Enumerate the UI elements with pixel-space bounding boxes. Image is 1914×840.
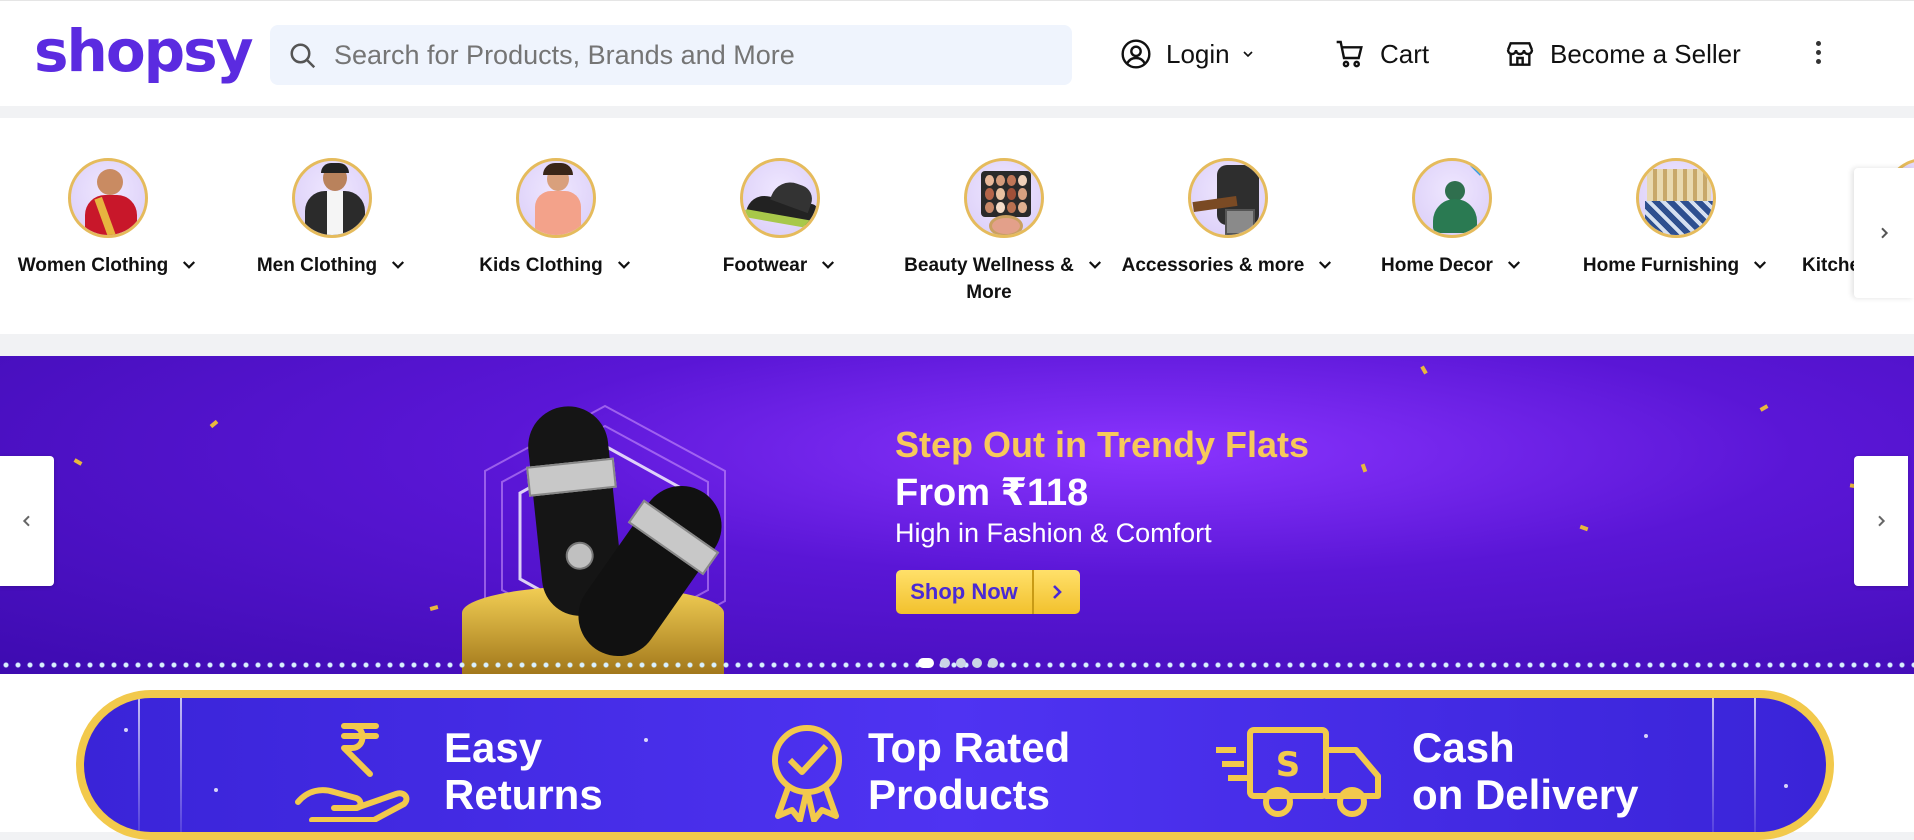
category-label: Beauty Wellness & More xyxy=(904,255,1074,303)
badge-check-icon xyxy=(772,725,842,822)
feature-line2: on Delivery xyxy=(1412,771,1639,818)
category-bar: Women Clothing Men Clothing Kids Clothin… xyxy=(0,118,1914,334)
category-label: Home Decor xyxy=(1381,255,1493,276)
category-label: Home Furnishing xyxy=(1582,255,1740,276)
cart-label: Cart xyxy=(1380,38,1430,69)
category-label: Kitche xyxy=(1802,255,1861,276)
shopsy-logo[interactable]: shopsy xyxy=(34,15,254,87)
category-accessories[interactable]: Accessories & more xyxy=(1118,158,1338,279)
buddha-statue-icon xyxy=(1412,158,1492,238)
seller-label: Become a Seller xyxy=(1550,38,1741,69)
category-kids-clothing[interactable]: Kids Clothing xyxy=(446,158,666,279)
chevron-down-icon xyxy=(822,261,835,269)
carousel-dots xyxy=(918,658,998,668)
search-bar[interactable] xyxy=(270,25,1072,85)
category-footwear[interactable]: Footwear xyxy=(670,158,890,279)
rupee-hand-icon xyxy=(295,723,410,822)
carousel-dot[interactable] xyxy=(940,658,950,668)
banner-prev-button[interactable] xyxy=(0,456,54,586)
hero-banner[interactable]: Step Out in Trendy Flats From ₹118 High … xyxy=(0,356,1914,674)
category-home-furnishing[interactable]: Home Furnishing xyxy=(1566,158,1786,279)
curtain-bedsheet-icon xyxy=(1636,158,1716,238)
store-icon xyxy=(1506,42,1534,66)
chevron-down-icon xyxy=(183,261,196,269)
login-label: Login xyxy=(1166,38,1230,69)
category-label: Men Clothing xyxy=(256,255,378,276)
category-beauty-wellness[interactable]: Beauty Wellness & More xyxy=(894,158,1114,306)
delivery-truck-icon: S xyxy=(1216,727,1381,817)
cart-icon xyxy=(1336,40,1363,68)
chevron-right-icon xyxy=(1878,515,1886,527)
feature-line2: Returns xyxy=(444,771,603,818)
login-button[interactable]: Login xyxy=(1120,29,1256,79)
category-label: Women Clothing xyxy=(17,255,169,276)
user-circle-icon xyxy=(1121,39,1151,69)
shop-now-button[interactable]: Shop Now xyxy=(896,570,1080,614)
shop-now-label: Shop Now xyxy=(896,570,1034,614)
chevron-down-icon xyxy=(1754,261,1767,269)
chevron-down-icon xyxy=(1319,261,1332,269)
carousel-dot[interactable] xyxy=(972,658,982,668)
feature-cash-on-delivery: S Cash on Delivery xyxy=(1214,720,1638,822)
banner-subtitle: High in Fashion & Comfort xyxy=(895,518,1212,548)
banner-price: From ₹118 xyxy=(895,472,1089,514)
girl-dress-icon xyxy=(516,158,596,238)
chevron-down-icon xyxy=(617,261,630,269)
chevron-down-icon xyxy=(1507,261,1520,269)
feature-line1: Cash xyxy=(1412,724,1515,771)
chevron-down-icon xyxy=(1243,51,1253,58)
become-seller-button[interactable]: Become a Seller xyxy=(1504,29,1741,79)
category-label: Accessories & more xyxy=(1121,255,1305,276)
saree-woman-icon xyxy=(68,158,148,238)
chevron-down-icon xyxy=(1088,261,1102,269)
bag-belt-icon xyxy=(1188,158,1268,238)
feature-line2: Products xyxy=(868,771,1051,818)
feature-top-rated: Top Rated Products xyxy=(764,720,1070,822)
category-women-clothing[interactable]: Women Clothing xyxy=(0,158,218,279)
feature-line1: Easy xyxy=(444,724,543,771)
more-options-icon[interactable] xyxy=(1808,37,1828,73)
category-label: Footwear xyxy=(722,255,808,276)
carousel-dot[interactable] xyxy=(988,658,998,668)
makeup-palette-icon xyxy=(964,158,1044,238)
category-label: Kids Clothing xyxy=(479,255,603,276)
banner-title: Step Out in Trendy Flats xyxy=(895,424,1310,465)
category-home-decor[interactable]: Home Decor xyxy=(1342,158,1562,279)
chevron-right-icon xyxy=(1053,585,1062,599)
top-header: shopsy Login Cart Become a Seller xyxy=(0,0,1914,106)
man-shirt-icon xyxy=(292,158,372,238)
feature-easy-returns: Easy Returns xyxy=(294,720,603,822)
category-scroll-right-button[interactable] xyxy=(1854,168,1914,298)
search-input[interactable] xyxy=(334,25,1054,85)
shoe-icon xyxy=(740,158,820,238)
search-icon xyxy=(290,43,316,69)
category-men-clothing[interactable]: Men Clothing xyxy=(222,158,442,279)
feature-line1: Top Rated xyxy=(868,724,1071,771)
chevron-left-icon xyxy=(22,515,30,527)
carousel-dot[interactable] xyxy=(956,658,966,668)
svg-text:S: S xyxy=(1276,745,1301,785)
cart-button[interactable]: Cart xyxy=(1334,29,1429,79)
features-strip: Easy Returns Top Rated Products S Cash on D… xyxy=(76,690,1834,840)
chevron-right-icon xyxy=(1881,227,1889,239)
carousel-dot[interactable] xyxy=(918,658,934,668)
banner-next-button[interactable] xyxy=(1854,456,1908,586)
chevron-down-icon xyxy=(392,261,405,269)
